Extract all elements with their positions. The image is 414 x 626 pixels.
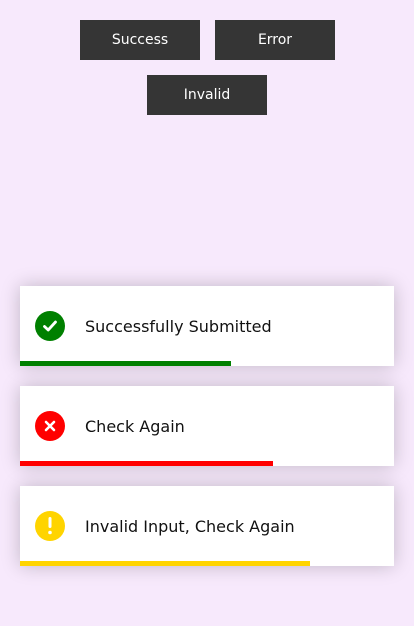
toast-message: Successfully Submitted [85, 316, 272, 336]
success-button[interactable]: Success [80, 20, 200, 60]
toast-success: Successfully Submitted [20, 286, 394, 366]
x-circle-icon [35, 411, 65, 441]
toast-progress-bar [20, 361, 232, 366]
toast-message: Check Again [85, 416, 185, 436]
error-button[interactable]: Error [215, 20, 335, 60]
toast-progress-bar [20, 461, 274, 466]
toast-progress-bar [20, 561, 310, 566]
toast-invalid: Invalid Input, Check Again [20, 486, 394, 566]
toast-error: Check Again [20, 386, 394, 466]
check-circle-icon [35, 311, 65, 341]
toast-message: Invalid Input, Check Again [85, 516, 295, 536]
invalid-button[interactable]: Invalid [147, 75, 267, 115]
exclamation-circle-icon [35, 511, 65, 541]
